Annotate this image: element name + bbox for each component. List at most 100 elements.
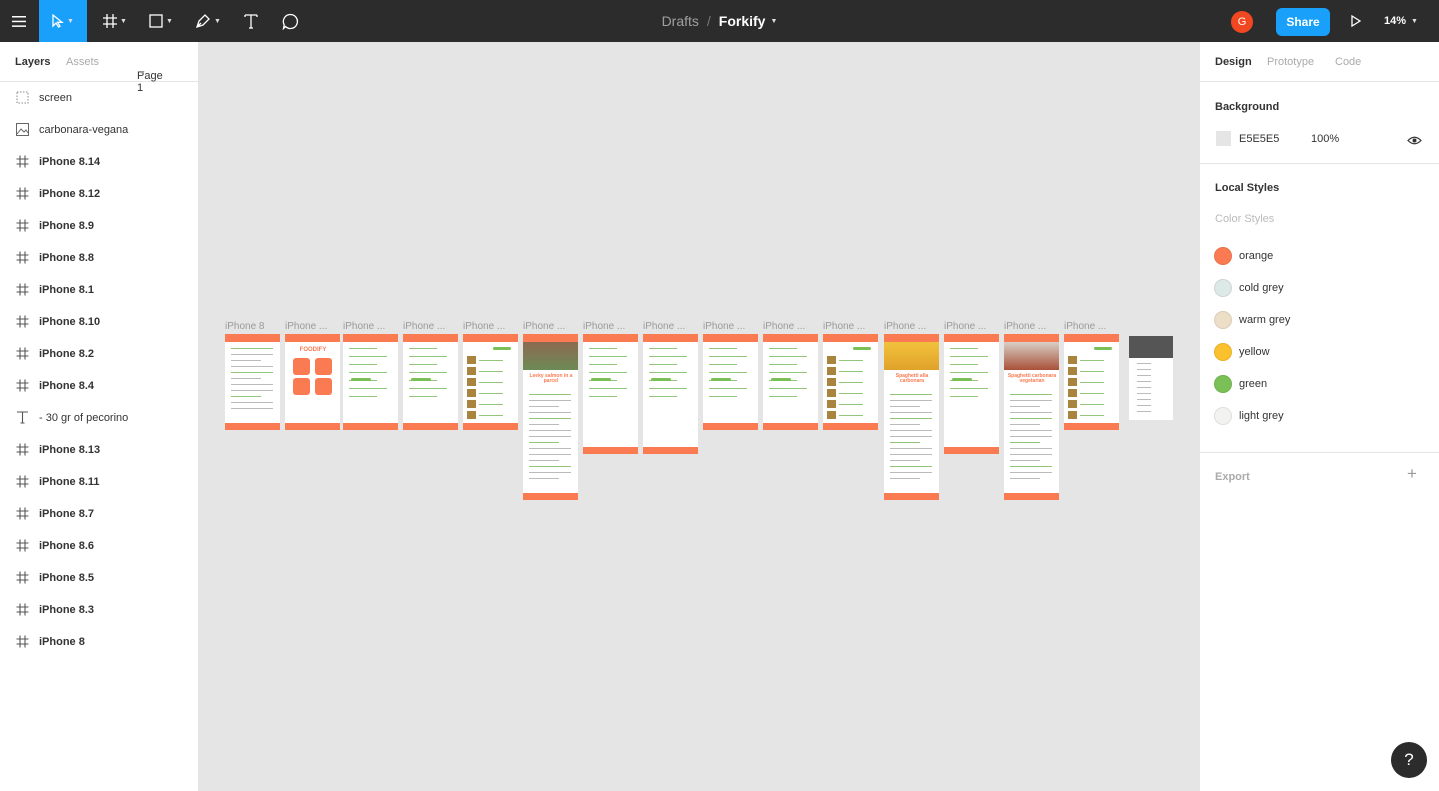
text-tool-button[interactable] bbox=[236, 0, 266, 42]
plus-icon[interactable]: + bbox=[1407, 464, 1417, 484]
color-style-name[interactable]: orange bbox=[1239, 250, 1273, 262]
present-button[interactable] bbox=[1344, 0, 1368, 42]
recipe-thumbnail bbox=[1068, 378, 1077, 386]
layer-item[interactable]: carbonara-vegana bbox=[0, 114, 198, 146]
frame-label[interactable]: iPhone ... bbox=[343, 321, 399, 332]
layer-item[interactable]: iPhone 8.7 bbox=[0, 498, 198, 530]
phone-frame[interactable]: Spaghetti alla carbonara bbox=[884, 334, 939, 500]
shape-tool-button[interactable]: ▼ bbox=[140, 0, 182, 42]
frame-label[interactable]: iPhone ... bbox=[403, 321, 459, 332]
layer-item[interactable]: iPhone 8.14 bbox=[0, 146, 198, 178]
color-style-swatch[interactable] bbox=[1214, 279, 1232, 297]
move-tool-button[interactable]: ▼ bbox=[39, 0, 87, 42]
phone-frame[interactable] bbox=[343, 334, 398, 430]
frame-label[interactable]: iPhone ... bbox=[643, 321, 699, 332]
frame-label[interactable]: iPhone ... bbox=[1064, 321, 1120, 332]
color-style-name[interactable]: cold grey bbox=[1239, 282, 1284, 294]
phone-frame[interactable] bbox=[823, 334, 878, 430]
layer-item[interactable]: iPhone 8.5 bbox=[0, 562, 198, 594]
layer-item[interactable]: iPhone 8.10 bbox=[0, 306, 198, 338]
layer-item[interactable]: iPhone 8.11 bbox=[0, 466, 198, 498]
color-style-swatch[interactable] bbox=[1214, 247, 1232, 265]
layer-item[interactable]: iPhone 8.12 bbox=[0, 178, 198, 210]
menu-frame[interactable] bbox=[1129, 336, 1173, 420]
frame-label[interactable]: iPhone 8 bbox=[225, 321, 281, 332]
avatar[interactable]: G bbox=[1231, 11, 1253, 33]
phone-frame[interactable]: Leeky salmon in a parcel bbox=[523, 334, 578, 500]
layer-item[interactable]: iPhone 8.13 bbox=[0, 434, 198, 466]
phone-frame[interactable] bbox=[643, 334, 698, 454]
frame-label[interactable]: iPhone ... bbox=[1004, 321, 1060, 332]
phone-frame[interactable] bbox=[583, 334, 638, 454]
category-tile bbox=[315, 378, 332, 395]
form-line bbox=[589, 372, 627, 373]
layer-item[interactable]: iPhone 8.6 bbox=[0, 530, 198, 562]
frame-label[interactable]: iPhone ... bbox=[823, 321, 879, 332]
layer-item[interactable]: iPhone 8.2 bbox=[0, 338, 198, 370]
help-button[interactable]: ? bbox=[1391, 742, 1427, 778]
phone-frame[interactable] bbox=[403, 334, 458, 430]
text-line bbox=[1010, 442, 1040, 443]
text-line bbox=[529, 478, 559, 479]
file-name[interactable]: Forkify bbox=[719, 13, 766, 29]
form-line bbox=[709, 388, 747, 389]
color-style-swatch[interactable] bbox=[1214, 407, 1232, 425]
layer-item[interactable]: screen bbox=[0, 82, 198, 114]
menu-line bbox=[1137, 369, 1151, 370]
frame-label[interactable]: iPhone ... bbox=[523, 321, 579, 332]
layer-item[interactable]: iPhone 8.9 bbox=[0, 210, 198, 242]
color-style-swatch[interactable] bbox=[1214, 311, 1232, 329]
background-opacity[interactable]: 100% bbox=[1311, 133, 1339, 145]
zoom-dropdown[interactable]: 14% ▼ bbox=[1384, 0, 1418, 42]
frame-label[interactable]: iPhone ... bbox=[703, 321, 759, 332]
color-style-name[interactable]: green bbox=[1239, 378, 1267, 390]
tab-layers[interactable]: Layers bbox=[15, 56, 50, 68]
phone-frame[interactable]: FOODIFY bbox=[285, 334, 340, 430]
color-style-name[interactable]: yellow bbox=[1239, 346, 1270, 358]
tab-design[interactable]: Design bbox=[1215, 56, 1252, 68]
phone-frame[interactable] bbox=[225, 334, 280, 430]
right-panel-tabs: Design Prototype Code bbox=[1200, 42, 1439, 82]
color-style-name[interactable]: warm grey bbox=[1239, 314, 1290, 326]
comment-tool-button[interactable] bbox=[274, 0, 306, 42]
frame-label[interactable]: iPhone ... bbox=[285, 321, 341, 332]
frame-tool-button[interactable]: ▼ bbox=[95, 0, 135, 42]
form-line bbox=[769, 372, 807, 373]
tab-code[interactable]: Code bbox=[1335, 56, 1361, 68]
background-hex[interactable]: E5E5E5 bbox=[1239, 133, 1279, 145]
color-style-swatch[interactable] bbox=[1214, 375, 1232, 393]
list-line bbox=[1080, 393, 1104, 394]
tab-assets[interactable]: Assets bbox=[66, 56, 99, 68]
color-style-swatch[interactable] bbox=[1214, 343, 1232, 361]
frame-label[interactable]: iPhone ... bbox=[884, 321, 940, 332]
move-cursor-icon bbox=[52, 14, 64, 28]
phone-frame[interactable] bbox=[463, 334, 518, 430]
pen-tool-button[interactable]: ▼ bbox=[187, 0, 229, 42]
phone-frame[interactable]: Spaghetti carbonara vegetarian bbox=[1004, 334, 1059, 500]
phone-frame[interactable] bbox=[703, 334, 758, 430]
phone-frame[interactable] bbox=[944, 334, 999, 454]
main-menu-button[interactable] bbox=[0, 0, 38, 42]
phone-frame[interactable] bbox=[763, 334, 818, 430]
frame-label[interactable]: iPhone ... bbox=[763, 321, 819, 332]
layer-item[interactable]: iPhone 8.3 bbox=[0, 594, 198, 626]
text-line bbox=[231, 366, 273, 367]
breadcrumb-folder[interactable]: Drafts bbox=[662, 13, 699, 29]
menu-line bbox=[1137, 393, 1151, 394]
frame-label[interactable]: iPhone ... bbox=[944, 321, 1000, 332]
layer-item[interactable]: iPhone 8.4 bbox=[0, 370, 198, 402]
layer-item[interactable]: iPhone 8 bbox=[0, 626, 198, 658]
layer-item[interactable]: - 30 gr of pecorino bbox=[0, 402, 198, 434]
background-color-swatch[interactable] bbox=[1216, 131, 1231, 146]
layer-item[interactable]: iPhone 8.8 bbox=[0, 242, 198, 274]
color-style-name[interactable]: light grey bbox=[1239, 410, 1284, 422]
frame-label[interactable]: iPhone ... bbox=[583, 321, 639, 332]
share-button[interactable]: Share bbox=[1276, 8, 1330, 36]
eye-icon[interactable] bbox=[1407, 133, 1422, 151]
layer-item[interactable]: iPhone 8.1 bbox=[0, 274, 198, 306]
phone-frame[interactable] bbox=[1064, 334, 1119, 430]
canvas[interactable]: iPhone 8 iPhone ... FOODIFY iPhone ... iPhon… bbox=[199, 42, 1199, 791]
frame-label[interactable]: iPhone ... bbox=[463, 321, 519, 332]
chevron-down-icon[interactable]: ▼ bbox=[770, 18, 777, 25]
tab-prototype[interactable]: Prototype bbox=[1267, 56, 1314, 68]
